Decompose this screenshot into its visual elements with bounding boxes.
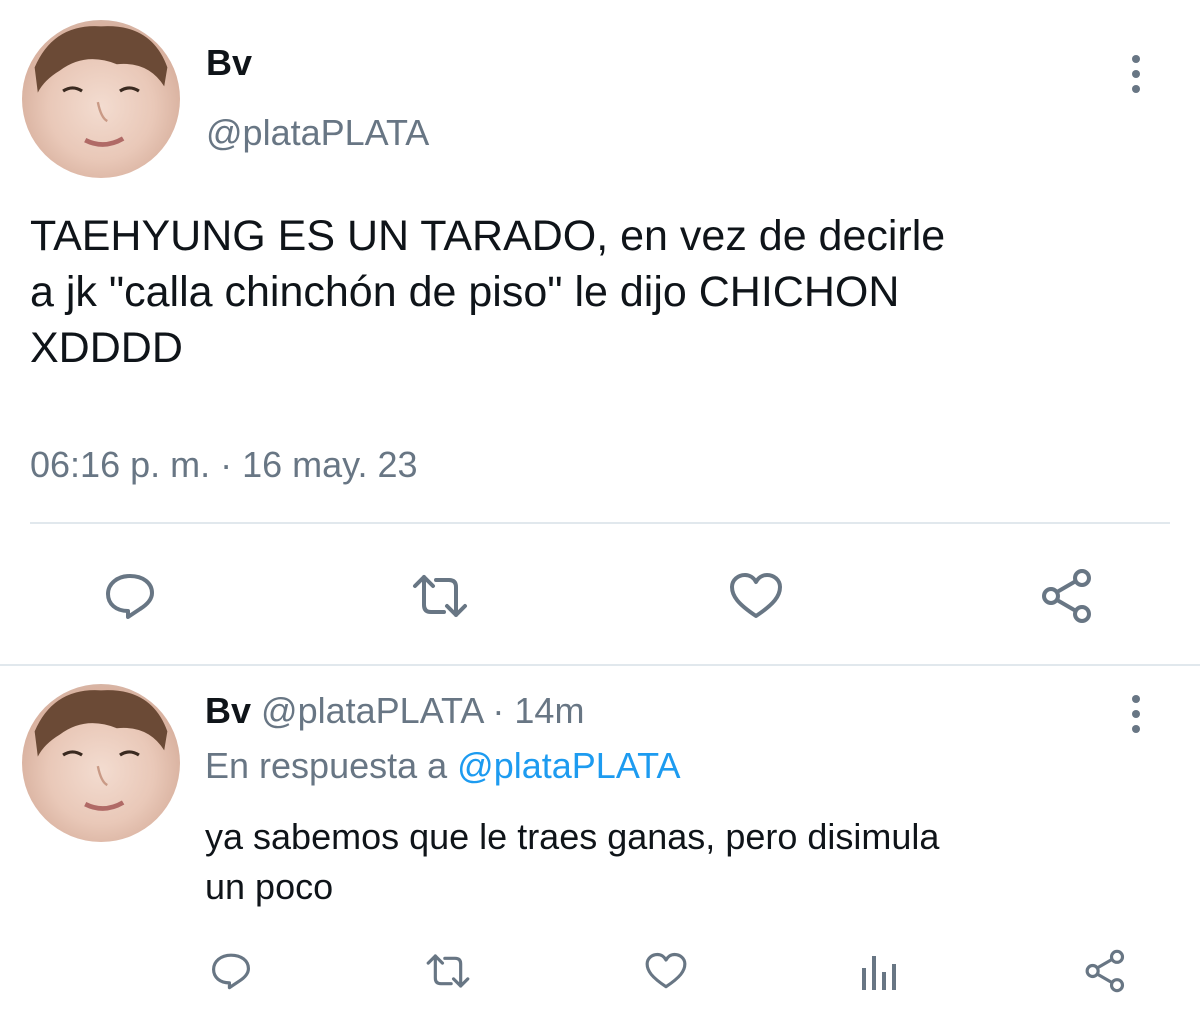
divider	[0, 664, 1200, 666]
more-options-icon[interactable]	[1121, 44, 1151, 104]
tweet-text: TAEHYUNG ES UN TARADO, en vez de decirle…	[30, 208, 1190, 376]
separator: ·	[492, 690, 505, 731]
divider	[30, 522, 1170, 524]
tweet-text-line: un poco	[205, 866, 334, 907]
handle[interactable]: @plataPLATA	[261, 690, 482, 731]
tweet-text-line: XDDDD	[30, 324, 183, 372]
in-reply-handle-link[interactable]: @plataPLATA	[457, 745, 680, 786]
reply-header: Bv @plataPLATA · 14m	[205, 690, 584, 732]
avatar-face-icon	[34, 690, 168, 811]
avatar[interactable]	[22, 684, 180, 842]
handle[interactable]: @plataPLATA	[206, 112, 429, 154]
share-icon[interactable]	[1040, 568, 1096, 624]
tweet-text-line: ya sabemos que le traes ganas, pero disi…	[205, 816, 940, 857]
in-reply-to: En respuesta a @plataPLATA	[205, 745, 680, 787]
avatar-face-icon	[34, 26, 168, 147]
more-options-icon[interactable]	[1121, 684, 1151, 744]
tweet-text: ya sabemos que le traes ganas, pero disi…	[205, 812, 1165, 912]
avatar[interactable]	[22, 20, 180, 178]
retweet-icon[interactable]	[410, 572, 470, 620]
display-name[interactable]: Bv	[205, 690, 251, 731]
retweet-icon[interactable]	[424, 952, 472, 990]
tweet-text-line: TAEHYUNG ES UN TARADO, en vez de decirle	[30, 212, 946, 260]
share-icon[interactable]	[1084, 948, 1128, 994]
timestamp[interactable]: 06:16 p. m. · 16 may. 23	[30, 444, 418, 486]
reply-icon[interactable]	[210, 952, 252, 990]
analytics-icon[interactable]	[858, 950, 902, 992]
display-name[interactable]: Bv	[206, 42, 252, 84]
tweet-age[interactable]: 14m	[514, 690, 584, 731]
in-reply-label: En respuesta a	[205, 745, 448, 786]
tweet-text-line: a jk "calla chinchón de piso" le dijo CH…	[30, 268, 900, 316]
like-icon[interactable]	[728, 572, 784, 620]
like-icon[interactable]	[644, 952, 688, 990]
reply-icon[interactable]	[104, 572, 156, 620]
